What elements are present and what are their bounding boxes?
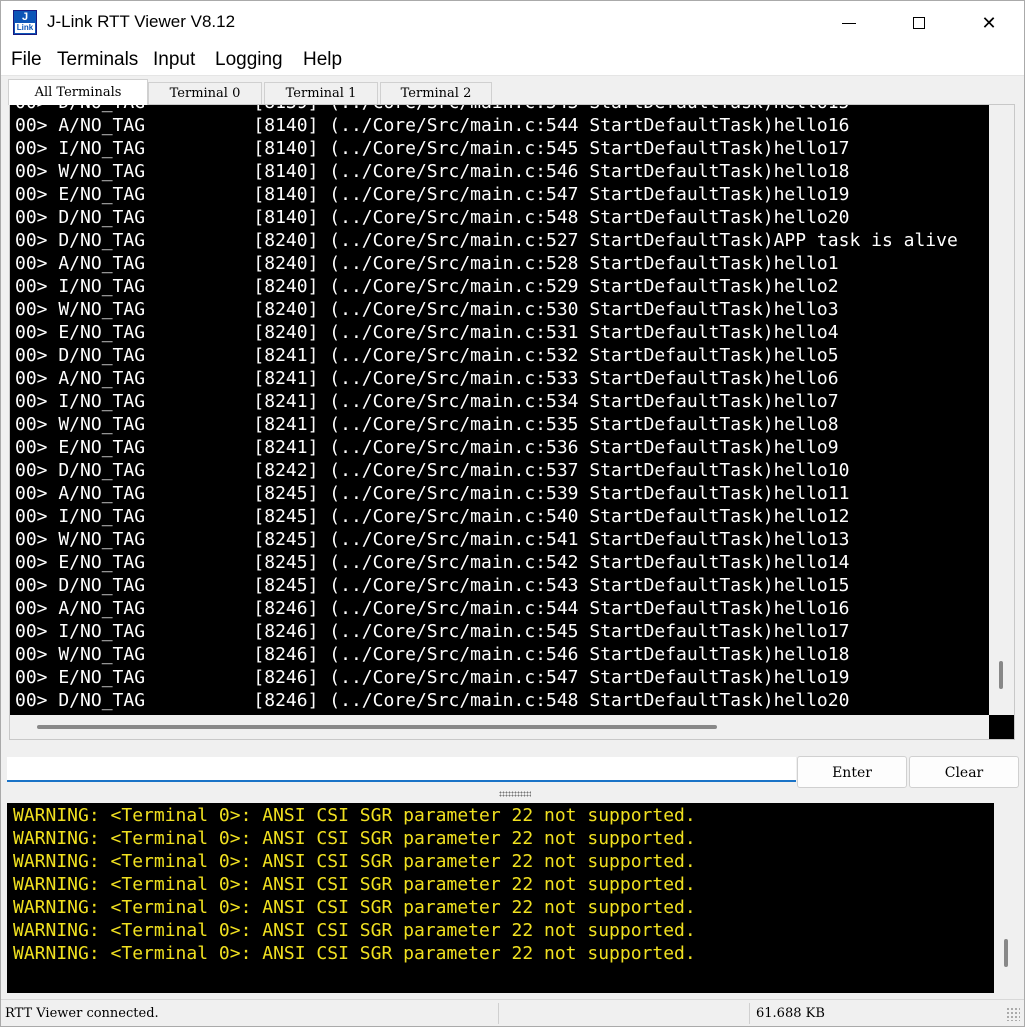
status-connection: RTT Viewer connected. xyxy=(5,1006,159,1021)
terminal-line: 00> I/NO_TAG [8246] (../Core/Src/main.c:… xyxy=(15,621,850,642)
terminal-line: 00> D/NO_TAG [8240] (../Core/Src/main.c:… xyxy=(15,230,958,251)
terminal-line: 00> D/NO_TAG [8246] (../Core/Src/main.c:… xyxy=(15,690,850,711)
terminal-line: 00> D/NO_TAG [8242] (../Core/Src/main.c:… xyxy=(15,460,850,481)
tab-terminal-2[interactable]: Terminal 2 xyxy=(380,82,492,104)
log-vertical-scrollbar[interactable] xyxy=(994,803,1018,993)
terminal-line: 00> D/NO_TAG [8245] (../Core/Src/main.c:… xyxy=(15,575,850,596)
terminal-line: 00> E/NO_TAG [8245] (../Core/Src/main.c:… xyxy=(15,552,850,573)
log-line: WARNING: <Terminal 0>: ANSI CSI SGR para… xyxy=(13,874,696,895)
terminal-line: 00> I/NO_TAG [8140] (../Core/Src/main.c:… xyxy=(15,138,850,159)
menu-help[interactable]: Help xyxy=(303,49,342,71)
terminal-vertical-scroll-thumb[interactable] xyxy=(999,661,1003,689)
log-output[interactable]: WARNING: <Terminal 0>: ANSI CSI SGR para… xyxy=(7,803,994,993)
terminal-line: 00> A/NO_TAG [8241] (../Core/Src/main.c:… xyxy=(15,368,839,389)
terminal-line: 00> E/NO_TAG [8140] (../Core/Src/main.c:… xyxy=(15,184,850,205)
status-separator xyxy=(749,1003,750,1024)
terminal-line: 00> A/NO_TAG [8140] (../Core/Src/main.c:… xyxy=(15,115,850,136)
menu-logging[interactable]: Logging xyxy=(215,49,283,71)
clear-button[interactable]: Clear xyxy=(909,756,1019,788)
log-line: WARNING: <Terminal 0>: ANSI CSI SGR para… xyxy=(13,920,696,941)
maximize-icon xyxy=(913,17,925,29)
close-icon: ✕ xyxy=(981,12,997,34)
status-separator xyxy=(498,1003,499,1024)
terminal-line: 00> W/NO_TAG [8241] (../Core/Src/main.c:… xyxy=(15,414,839,435)
terminal-line: 00> A/NO_TAG [8240] (../Core/Src/main.c:… xyxy=(15,253,839,274)
jlink-app-icon: J Link xyxy=(13,10,37,35)
terminal-line: 00> W/NO_TAG [8140] (../Core/Src/main.c:… xyxy=(15,161,850,182)
panel-splitter-handle[interactable] xyxy=(499,791,531,797)
maximize-button[interactable] xyxy=(884,1,954,45)
menu-file[interactable]: File xyxy=(11,49,42,71)
log-line: WARNING: <Terminal 0>: ANSI CSI SGR para… xyxy=(13,943,696,964)
status-bar: RTT Viewer connected. 61.688 KB xyxy=(1,999,1024,1026)
title-bar: J Link J-Link RTT Viewer V8.12 ✕ xyxy=(1,1,1024,45)
terminal-line: 00> W/NO_TAG [8245] (../Core/Src/main.c:… xyxy=(15,529,850,550)
minimize-button[interactable] xyxy=(814,1,884,45)
resize-grip-icon[interactable] xyxy=(1006,1007,1020,1021)
terminal-tabs: All Terminals Terminal 0 Terminal 1 Term… xyxy=(1,76,1024,105)
terminal-horizontal-scroll-thumb[interactable] xyxy=(37,725,717,729)
window-title: J-Link RTT Viewer V8.12 xyxy=(47,12,236,31)
tab-terminal-1[interactable]: Terminal 1 xyxy=(264,82,378,104)
terminal-line: 00> W/NO_TAG [8246] (../Core/Src/main.c:… xyxy=(15,644,850,665)
terminal-line: 00> W/NO_TAG [8240] (../Core/Src/main.c:… xyxy=(15,299,839,320)
log-line: WARNING: <Terminal 0>: ANSI CSI SGR para… xyxy=(13,805,696,826)
terminal-line: 00> E/NO_TAG [8241] (../Core/Src/main.c:… xyxy=(15,437,839,458)
terminal-line: 00> I/NO_TAG [8245] (../Core/Src/main.c:… xyxy=(15,506,850,527)
terminal-lines: 00> D/NO_TAG [8139] (../Core/Src/main.c:… xyxy=(15,105,958,712)
terminal-line: 00> D/NO_TAG [8139] (../Core/Src/main.c:… xyxy=(15,105,958,114)
log-line: WARNING: <Terminal 0>: ANSI CSI SGR para… xyxy=(13,897,696,918)
tab-terminal-0[interactable]: Terminal 0 xyxy=(148,82,262,104)
minimize-icon xyxy=(842,22,856,24)
terminal-line: 00> E/NO_TAG [8246] (../Core/Src/main.c:… xyxy=(15,667,850,688)
log-line: WARNING: <Terminal 0>: ANSI CSI SGR para… xyxy=(13,851,696,872)
enter-button[interactable]: Enter xyxy=(797,756,907,788)
terminal-line: 00> E/NO_TAG [8240] (../Core/Src/main.c:… xyxy=(15,322,839,343)
terminal-line: 00> I/NO_TAG [8241] (../Core/Src/main.c:… xyxy=(15,391,839,412)
terminal-line: 00> I/NO_TAG [8240] (../Core/Src/main.c:… xyxy=(15,276,839,297)
terminal-horizontal-scrollbar[interactable] xyxy=(10,715,989,739)
close-button[interactable]: ✕ xyxy=(954,1,1024,45)
scrollbar-corner xyxy=(989,715,1014,739)
terminal-vertical-scrollbar[interactable] xyxy=(989,105,1014,715)
terminal-input-field[interactable] xyxy=(7,757,796,782)
log-lines: WARNING: <Terminal 0>: ANSI CSI SGR para… xyxy=(13,804,696,965)
rtt-viewer-window: J Link J-Link RTT Viewer V8.12 ✕ File Te… xyxy=(0,0,1025,1027)
terminal-output[interactable]: 00> D/NO_TAG [8139] (../Core/Src/main.c:… xyxy=(10,105,989,715)
menu-input[interactable]: Input xyxy=(153,49,195,71)
tab-all-terminals[interactable]: All Terminals xyxy=(8,79,148,105)
menu-bar: File Terminals Input Logging Help xyxy=(1,45,1024,76)
log-vertical-scroll-thumb[interactable] xyxy=(1004,939,1008,967)
log-line: WARNING: <Terminal 0>: ANSI CSI SGR para… xyxy=(13,828,696,849)
menu-terminals[interactable]: Terminals xyxy=(57,49,138,71)
terminal-line: 00> D/NO_TAG [8140] (../Core/Src/main.c:… xyxy=(15,207,850,228)
status-data-size: 61.688 KB xyxy=(756,1006,825,1021)
terminal-line: 00> D/NO_TAG [8241] (../Core/Src/main.c:… xyxy=(15,345,839,366)
terminal-line: 00> A/NO_TAG [8246] (../Core/Src/main.c:… xyxy=(15,598,850,619)
terminal-line: 00> A/NO_TAG [8245] (../Core/Src/main.c:… xyxy=(15,483,850,504)
